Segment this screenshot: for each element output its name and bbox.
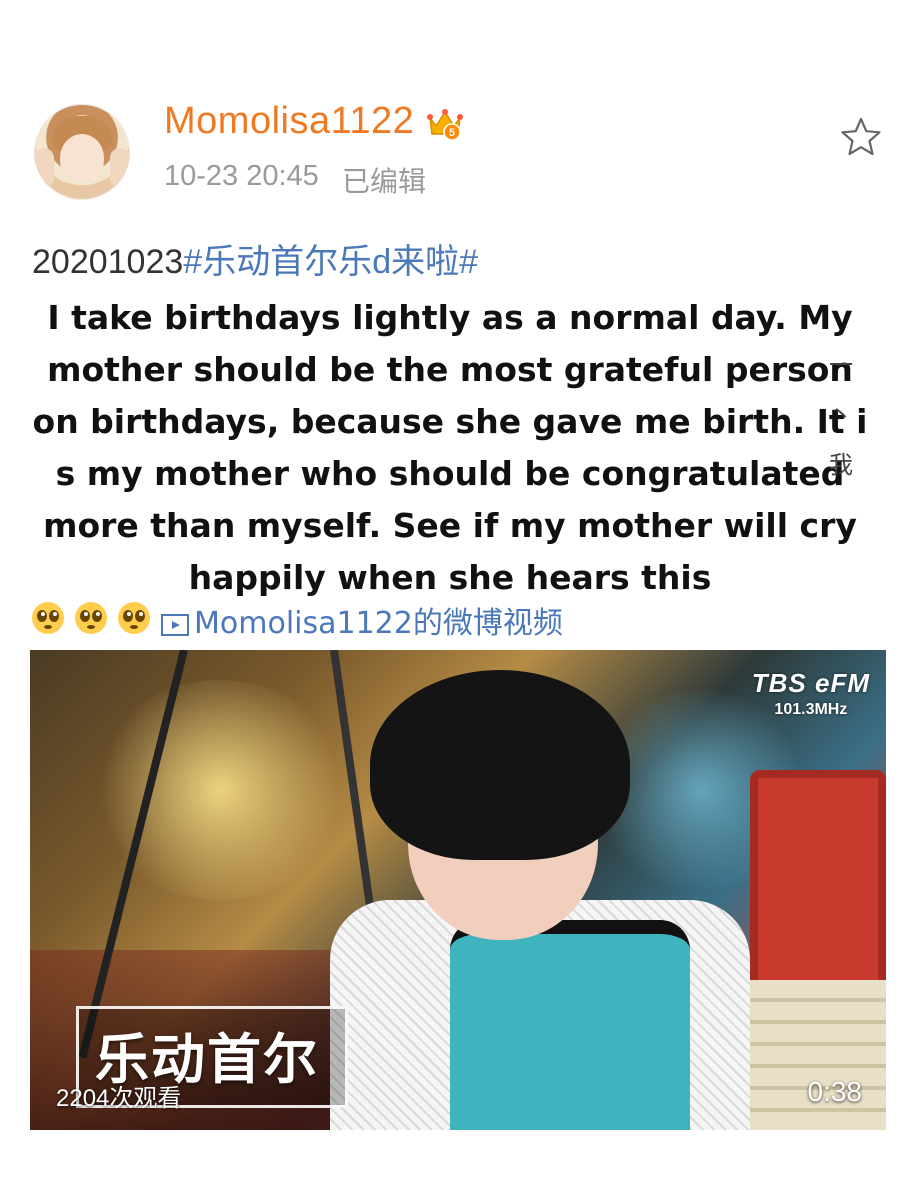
hashtag-link[interactable]: #乐动首尔乐d来啦#	[183, 243, 478, 281]
logo-brand: TBS eFM	[751, 668, 870, 698]
video-bg-radio	[750, 770, 886, 990]
star-icon[interactable]	[840, 116, 882, 158]
caption-overlay: I take birthdays lightly as a normal day…	[0, 292, 900, 604]
username[interactable]: Momolisa1122	[164, 100, 414, 143]
caption-line: on birthdays, because she gave me birth.…	[32, 402, 868, 441]
video-player[interactable]: TBS eFM 101.3MHz 乐动首尔 2204次观看 0:38	[30, 650, 886, 1130]
video-duration: 0:38	[807, 1076, 863, 1107]
avatar-bg-left	[34, 148, 54, 188]
caption-line: I take birthdays lightly as a normal day…	[47, 298, 853, 337]
post-date: 20201023	[32, 243, 184, 281]
side-char: 丶	[829, 401, 853, 429]
pleading-face-emoji	[118, 602, 151, 634]
side-char: 一	[829, 351, 853, 379]
video-link-icon	[161, 613, 189, 636]
view-count: 2204次观看	[56, 1085, 182, 1112]
svg-text:5: 5	[449, 127, 455, 139]
video-link-label[interactable]: Momolisa1122的微博视频	[194, 606, 563, 641]
post-date-hashtag-line: 20201023#乐动首尔乐d来啦#	[32, 234, 478, 283]
video-link[interactable]: Momolisa1122的微博视频	[160, 598, 563, 642]
avatar[interactable]	[34, 104, 130, 200]
caption-line: s my mother who should be congratulated	[55, 454, 845, 493]
caption-line: mother should be the most grateful perso…	[47, 350, 853, 389]
side-text: 一 丶 我	[826, 340, 856, 490]
pleading-face-emoji	[32, 602, 64, 634]
crown-badge-icon: 5	[427, 109, 463, 141]
caption-line: happily when she hears this	[188, 558, 712, 597]
post-timestamp: 10-23 20:45	[164, 160, 319, 192]
avatar-bg-right	[110, 148, 130, 188]
side-char: 我	[829, 451, 853, 479]
caption-line: more than myself. See if my mother will …	[43, 506, 857, 545]
pleading-face-emoji	[75, 602, 108, 634]
post-header: Momolisa1122 5 10-23 20:45 已编辑	[0, 0, 900, 220]
edited-label: 已编辑	[342, 165, 427, 198]
logo-frequency: 101.3MHz	[774, 701, 848, 718]
video-person-jersey	[450, 920, 690, 1130]
tbs-logo: TBS eFM 101.3MHz	[752, 668, 870, 719]
avatar-face	[60, 134, 104, 182]
video-person-hair	[370, 670, 630, 860]
emoji-row	[30, 600, 154, 640]
